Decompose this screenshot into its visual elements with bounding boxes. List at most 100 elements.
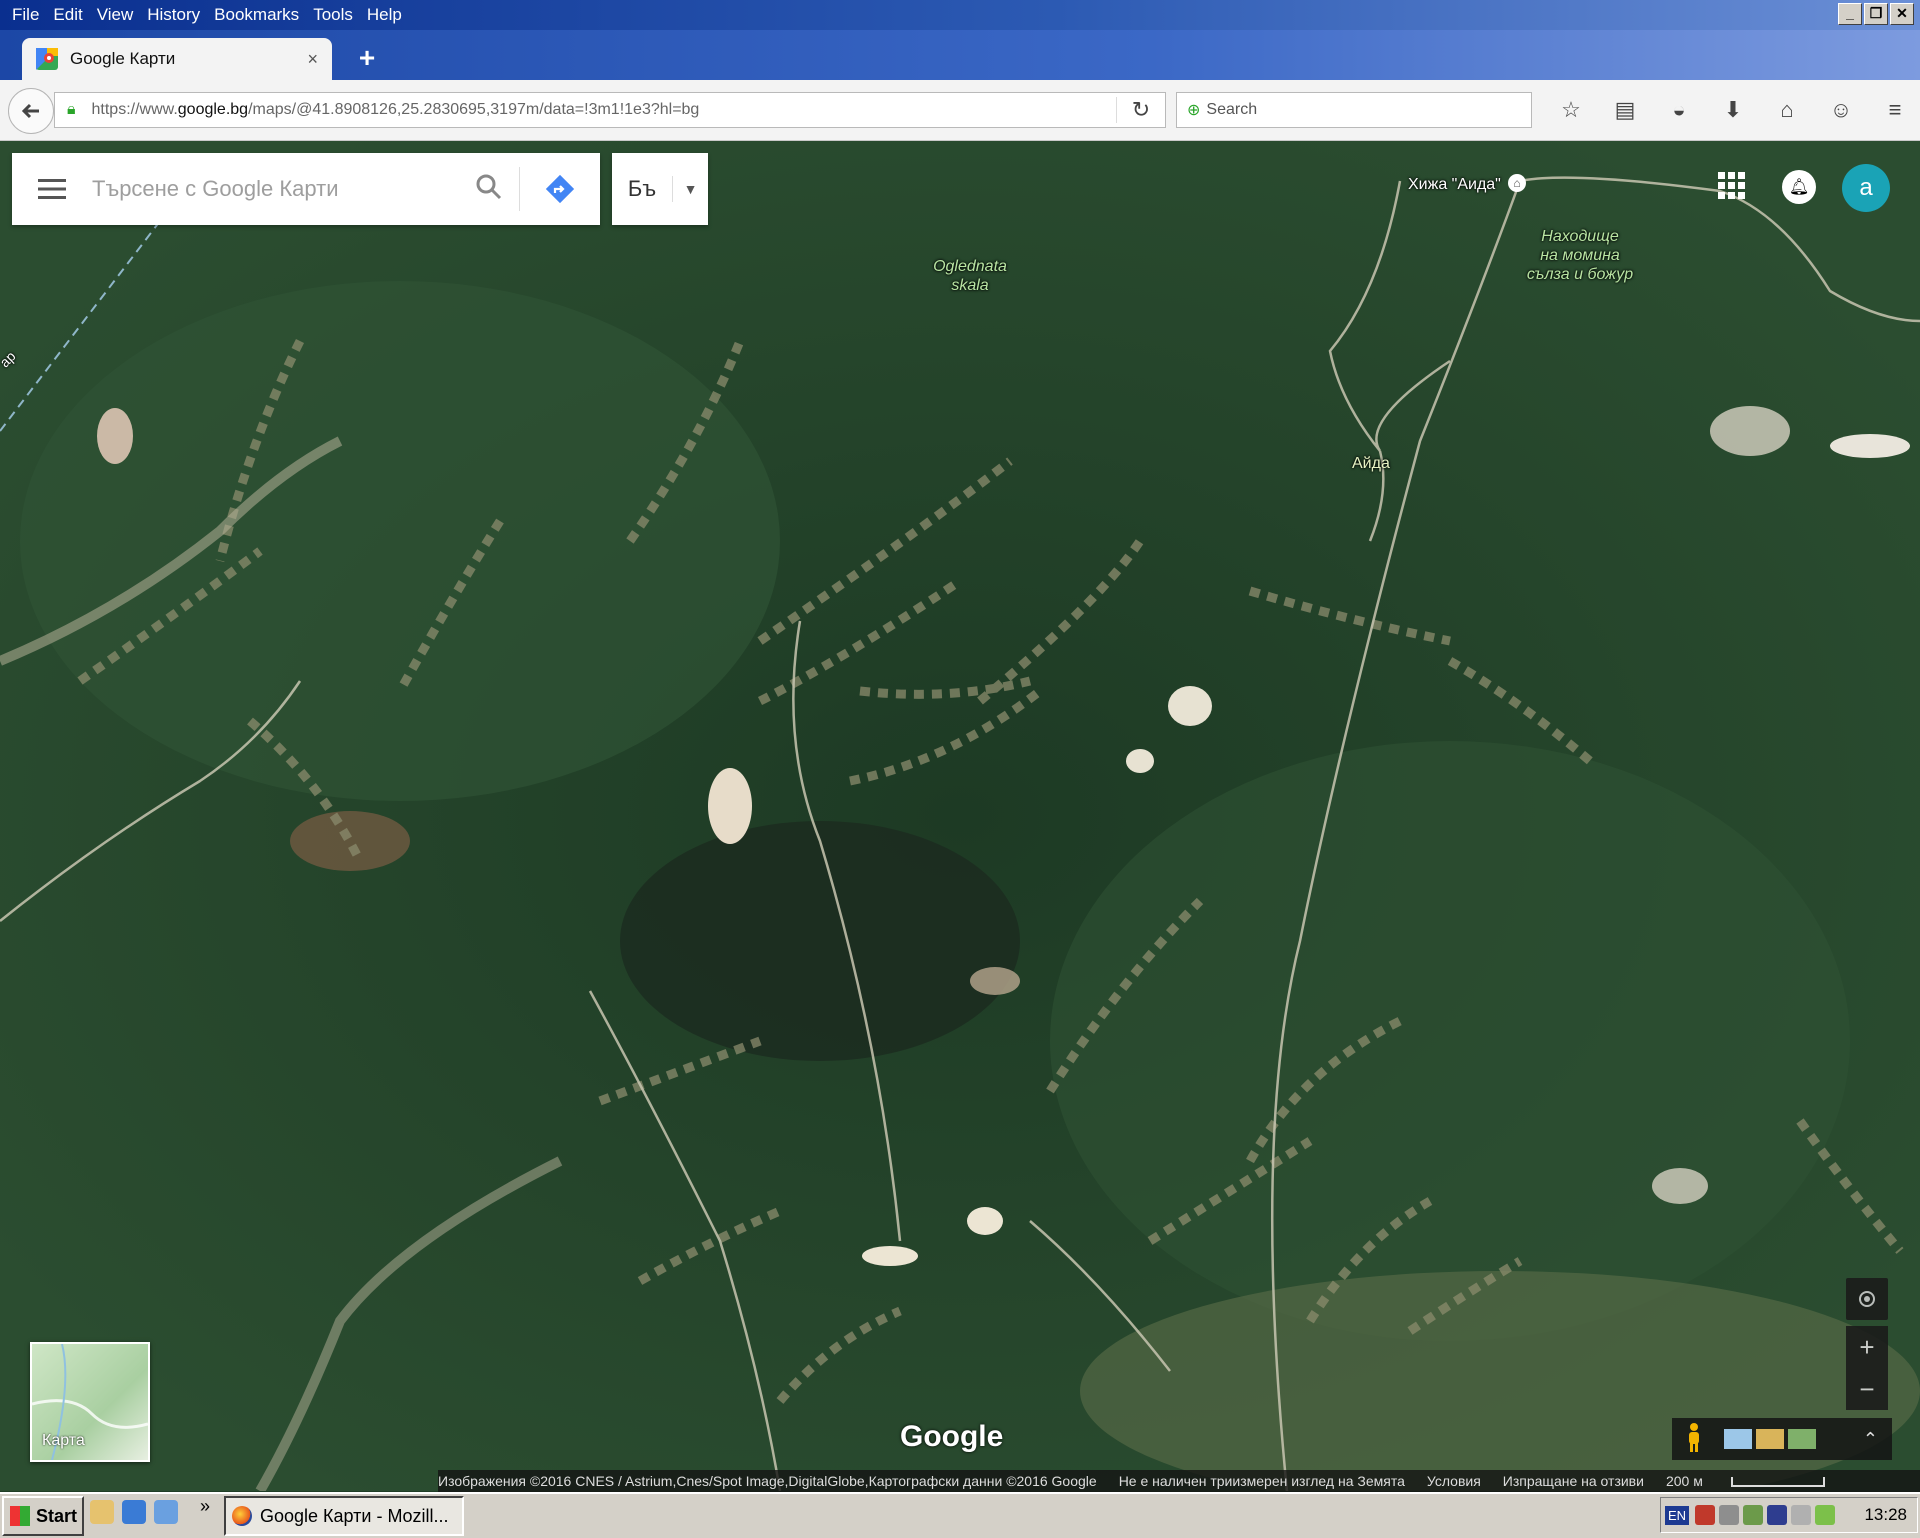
windows-logo-icon xyxy=(10,1506,30,1526)
firefox-icon xyxy=(232,1506,252,1526)
map-label-hut[interactable]: Хижа "Аида" xyxy=(1408,175,1501,194)
url-path: /maps/@41.8908126,25.2830695,3197m/data=… xyxy=(248,101,700,118)
window-controls: _ ❐ ✕ xyxy=(1838,3,1914,25)
pegman-icon[interactable] xyxy=(1672,1422,1716,1457)
chevron-down-icon: ▼ xyxy=(683,181,698,197)
clock: 13:28 xyxy=(1864,1505,1907,1524)
maps-search-box: Търсене с Google Карти xyxy=(12,153,600,225)
map-label-ogledna-line2: skala xyxy=(951,277,989,294)
menu-bookmarks[interactable]: Bookmarks xyxy=(214,5,299,25)
imagery-attribution[interactable]: Изображения ©2016 CNES / Astrium,Cnes/Sp… xyxy=(438,1473,1097,1489)
menu-tools[interactable]: Tools xyxy=(313,5,353,25)
url-domain: google.bg xyxy=(177,101,249,118)
tab-title: Google Карти xyxy=(70,49,176,68)
map-label-ogledna[interactable]: Oglednata skala xyxy=(920,257,1020,295)
reading-list-icon[interactable]: ▤ xyxy=(1598,94,1652,126)
zoom-in-button[interactable]: + xyxy=(1846,1326,1888,1368)
google-logo: Google xyxy=(900,1420,1004,1453)
scale-line xyxy=(1730,1477,1825,1488)
language-label: Бъ xyxy=(612,176,673,202)
google-maps-favicon-icon xyxy=(36,48,58,70)
satellite-map[interactable] xyxy=(0,141,1920,1491)
close-window-button[interactable]: ✕ xyxy=(1890,3,1914,25)
terms-link[interactable]: Условия xyxy=(1427,1473,1481,1489)
chat-icon[interactable]: ☺ xyxy=(1814,94,1868,126)
map-thumbnail-label: Карта xyxy=(42,1432,85,1449)
map-label-aida[interactable]: Айда xyxy=(1352,454,1390,473)
search-engine-icon: ⊕ xyxy=(1187,102,1201,119)
menu-edit[interactable]: Edit xyxy=(53,5,82,25)
tab-close-icon[interactable]: × xyxy=(307,49,318,70)
url-bar[interactable]: 🔒︎ https://www.google.bg/maps/@41.890812… xyxy=(54,92,1166,128)
browser-search-placeholder: Search xyxy=(1206,101,1258,118)
lodging-icon[interactable]: ⌂ xyxy=(1508,174,1526,192)
lock-icon: 🔒︎ xyxy=(67,101,76,118)
network-tray-icon[interactable] xyxy=(1743,1505,1764,1525)
taskbar-firefox-window[interactable]: Google Карти - Mozill... xyxy=(224,1496,464,1536)
menu-bar: File Edit View History Bookmarks Tools H… xyxy=(0,0,410,30)
directions-icon[interactable] xyxy=(520,174,600,204)
language-indicator[interactable]: EN xyxy=(1665,1505,1690,1525)
search-icon[interactable] xyxy=(459,173,519,206)
menu-help[interactable]: Help xyxy=(367,5,402,25)
quick-launch xyxy=(90,1500,178,1524)
show-desktop-icon[interactable] xyxy=(90,1500,114,1524)
transit-layer-thumbnail[interactable] xyxy=(1756,1429,1784,1449)
antivirus-tray-icon[interactable] xyxy=(1695,1505,1716,1525)
apps-grid-icon[interactable] xyxy=(1718,172,1746,200)
internet-explorer-icon[interactable] xyxy=(122,1500,146,1524)
no-3d-notice: Не е наличен триизмерен изглед на Земята xyxy=(1118,1473,1405,1489)
feedback-link[interactable]: Изпращане на отзиви xyxy=(1503,1473,1644,1489)
map-label-ogledna-line1: Oglednata xyxy=(933,258,1007,275)
menu-history[interactable]: History xyxy=(147,5,200,25)
maps-search-input[interactable]: Търсене с Google Карти xyxy=(92,176,459,202)
pocket-icon[interactable]: ◒ xyxy=(1652,94,1706,126)
system-tray: EN 13:28 xyxy=(1660,1497,1918,1533)
restore-button[interactable]: ❐ xyxy=(1864,3,1888,25)
security-tray-icon[interactable] xyxy=(1719,1505,1740,1525)
layer-thumbnails xyxy=(1724,1429,1816,1449)
home-icon[interactable]: ⌂ xyxy=(1760,94,1814,126)
chevron-up-icon[interactable]: ⌃ xyxy=(1863,1429,1878,1450)
browser-search-field[interactable]: ⊕ Search xyxy=(1176,92,1532,128)
satellite-imagery xyxy=(0,141,1920,1491)
menu-view[interactable]: View xyxy=(97,5,134,25)
menu-file[interactable]: File xyxy=(12,5,39,25)
location-target-icon xyxy=(1859,1291,1875,1307)
start-button[interactable]: Start xyxy=(2,1496,84,1536)
reload-icon[interactable]: ↻ xyxy=(1116,97,1165,123)
map-label-nahodishte-line3: сълза и божур xyxy=(1526,266,1634,283)
minimize-button[interactable]: _ xyxy=(1838,3,1862,25)
new-tab-button[interactable]: + xyxy=(352,44,382,74)
map-label-nahodishte-line2: на момина xyxy=(1540,247,1620,264)
back-button[interactable] xyxy=(8,88,54,134)
downloads-icon[interactable]: ⬇ xyxy=(1706,94,1760,126)
account-avatar[interactable]: a xyxy=(1842,164,1890,212)
map-label-nahodishte-line1: Находище xyxy=(1541,228,1619,245)
hamburger-menu-icon[interactable]: ≡ xyxy=(1868,94,1920,126)
attribution-bar: Изображения ©2016 CNES / Astrium,Cnes/Sp… xyxy=(438,1470,1920,1492)
bookmark-star-icon[interactable]: ☆ xyxy=(1544,94,1598,126)
back-arrow-icon xyxy=(21,103,39,119)
tab-google-maps[interactable]: Google Карти × xyxy=(22,38,332,80)
volume-tray-icon[interactable] xyxy=(1791,1505,1812,1525)
zoom-out-button[interactable]: − xyxy=(1846,1368,1888,1410)
language-selector[interactable]: Бъ ▼ xyxy=(612,153,708,225)
map-type-thumbnail[interactable]: Карта xyxy=(30,1342,150,1462)
app-tray-icon[interactable] xyxy=(1767,1505,1788,1525)
maps-menu-icon[interactable] xyxy=(12,179,92,199)
url-prefix: https://www. xyxy=(91,101,178,118)
url-text[interactable]: https://www.google.bg/maps/@41.8908126,2… xyxy=(92,101,1116,119)
taskbar-window-title: Google Карти - Mozill... xyxy=(260,1505,449,1526)
start-label: Start xyxy=(36,1505,78,1526)
terrain-layer-thumbnail[interactable] xyxy=(1788,1429,1816,1449)
quick-launch-app-icon[interactable] xyxy=(154,1500,178,1524)
quick-launch-chevron-icon[interactable]: » xyxy=(200,1496,210,1517)
traffic-layer-thumbnail[interactable] xyxy=(1724,1429,1752,1449)
scale-bar[interactable]: 200 м xyxy=(1666,1473,1847,1489)
my-location-button[interactable] xyxy=(1846,1278,1888,1320)
battery-tray-icon[interactable] xyxy=(1815,1505,1836,1525)
map-label-nahodishte[interactable]: Находище на момина сълза и божур xyxy=(1520,227,1640,284)
notifications-bell-icon[interactable]: 🔔︎ xyxy=(1782,170,1816,204)
tray-icons xyxy=(1695,1505,1836,1525)
